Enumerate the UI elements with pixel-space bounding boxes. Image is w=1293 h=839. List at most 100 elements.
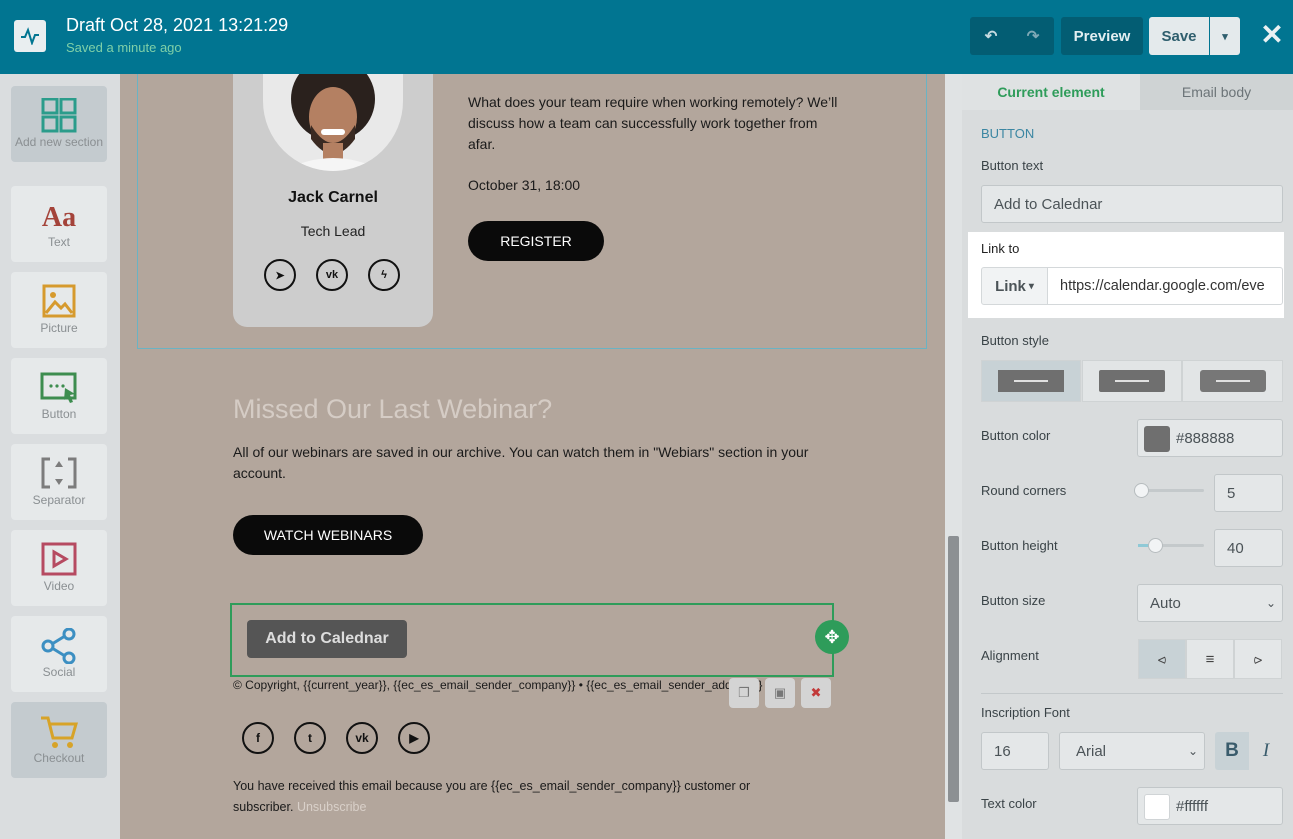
color-swatch[interactable] — [1144, 426, 1170, 452]
align-center-icon[interactable]: ≡ — [1186, 639, 1234, 679]
move-icon[interactable]: ✥ — [815, 620, 849, 654]
round-corners-slider[interactable] — [1134, 483, 1204, 498]
cart-icon — [41, 716, 78, 748]
scrollbar-thumb[interactable] — [948, 536, 959, 802]
button-size-select[interactable]: Auto ⌄ — [1137, 584, 1283, 622]
alignment-label: Alignment — [981, 648, 1039, 663]
youtube-icon[interactable]: ▶ — [398, 722, 430, 754]
watch-webinars-button[interactable]: WATCH WEBINARS — [233, 515, 423, 555]
tool-separator[interactable]: Separator — [11, 444, 107, 520]
font-family-value: Arial — [1076, 742, 1107, 760]
button-color-value: #888888 — [1176, 429, 1235, 447]
button-height-slider[interactable] — [1138, 538, 1204, 553]
slider-handle[interactable] — [1147, 538, 1163, 553]
text-color-value: #ffffff — [1176, 797, 1208, 815]
preview-button[interactable]: Preview — [1061, 17, 1143, 55]
selected-button-block[interactable]: Add to Calednar — [230, 603, 834, 677]
close-icon[interactable]: ✕ — [1259, 21, 1285, 49]
button-height-label: Button height — [981, 538, 1058, 553]
register-button[interactable]: REGISTER — [468, 221, 604, 261]
chevron-down-icon: ▾ — [1028, 280, 1034, 292]
blocks-toolbar: Add new section Aa Text Picture Button S… — [0, 74, 120, 839]
chevron-down-icon: ⌄ — [1187, 744, 1198, 758]
telegram-icon[interactable]: ➤ — [264, 259, 296, 291]
save-button[interactable]: Save — [1149, 17, 1209, 55]
button-text-label: Button text — [981, 158, 1044, 173]
save-dropdown-caret-icon[interactable]: ▾ — [1210, 17, 1240, 55]
link-type-dropdown[interactable]: Link ▾ — [981, 267, 1048, 305]
twitter-icon[interactable]: t — [294, 722, 326, 754]
messenger-icon[interactable]: ϟ — [368, 259, 400, 291]
video-icon — [41, 542, 77, 576]
chevron-down-icon: ⌄ — [1265, 596, 1276, 610]
tool-checkout[interactable]: Checkout — [11, 702, 107, 778]
tool-label: Text — [47, 235, 70, 249]
tool-label: Picture — [40, 321, 78, 335]
link-url-input[interactable]: https://calendar.google.com/eve — [1047, 267, 1283, 305]
round-corners-label: Round corners — [981, 483, 1067, 498]
undo-icon[interactable]: ↶ — [970, 17, 1012, 55]
saved-status: Saved a minute ago — [66, 40, 182, 55]
add-to-calendar-button[interactable]: Add to Calednar — [247, 620, 407, 658]
redo-icon[interactable]: ↷ — [1012, 17, 1054, 55]
duplicate-icon[interactable]: ❐ — [729, 678, 759, 708]
slider-handle[interactable] — [1134, 483, 1150, 498]
settings-panel: Current element Email body BUTTON Button… — [962, 74, 1293, 839]
vk-icon[interactable]: vk — [346, 722, 378, 754]
picture-icon — [42, 284, 76, 318]
delete-icon[interactable]: ✖ — [801, 678, 831, 708]
style-option-1[interactable] — [981, 360, 1081, 402]
speaker-photo — [263, 74, 403, 171]
archive-text: All of our webinars are saved in our arc… — [233, 444, 809, 481]
unsubscribe-link[interactable]: Unsubscribe — [297, 800, 366, 814]
text-icon: Aa — [42, 202, 76, 233]
tool-label: Separator — [32, 493, 86, 507]
font-size-input[interactable]: 16 — [981, 732, 1049, 770]
email-canvas: Jack Carnel Tech Lead ➤ vk ϟ What does y… — [120, 74, 945, 839]
speaker-card[interactable]: Jack Carnel Tech Lead ➤ vk ϟ — [233, 74, 433, 327]
align-right-icon[interactable]: ⪧ — [1234, 639, 1282, 679]
vk-icon[interactable]: vk — [316, 259, 348, 291]
text-color-input[interactable]: #ffffff — [1137, 787, 1283, 825]
copyright-text: © Copyright, {{current_year}}, {{ec_es_e… — [233, 678, 763, 692]
facebook-icon[interactable]: f — [242, 722, 274, 754]
color-swatch[interactable] — [1144, 794, 1170, 820]
font-family-select[interactable]: Arial ⌄ — [1059, 732, 1205, 770]
button-text-input[interactable]: Add to Calednar — [981, 185, 1283, 223]
event-description: What does your team require when working… — [468, 94, 838, 152]
align-left-icon[interactable]: ⪦ — [1138, 639, 1186, 679]
tool-add-section[interactable]: Add new section — [11, 86, 107, 162]
divider — [981, 693, 1283, 694]
top-header: Draft Oct 28, 2021 13:21:29 Saved a minu… — [0, 0, 1293, 74]
inscription-font-label: Inscription Font — [981, 705, 1070, 720]
button-height-input[interactable]: 40 — [1214, 529, 1283, 567]
tab-email-body[interactable]: Email body — [1140, 74, 1293, 110]
link-type-value: Link — [995, 277, 1026, 295]
canvas-scrollbar[interactable] — [945, 74, 962, 839]
received-notice: You have received this email because you… — [233, 776, 803, 818]
pulse-logo-icon[interactable] — [14, 20, 46, 52]
style-preview — [1099, 370, 1165, 392]
draft-title: Draft Oct 28, 2021 13:21:29 — [66, 15, 289, 35]
italic-toggle[interactable]: I — [1249, 732, 1283, 770]
tool-social[interactable]: Social — [11, 616, 107, 692]
tool-text[interactable]: Aa Text — [11, 186, 107, 262]
tool-label: Video — [43, 579, 75, 593]
speaker-role: Tech Lead — [300, 223, 366, 239]
tool-video[interactable]: Video — [11, 530, 107, 606]
bold-toggle[interactable]: B — [1215, 732, 1249, 770]
save-block-icon[interactable]: ▣ — [765, 678, 795, 708]
tool-button[interactable]: Button — [11, 358, 107, 434]
round-corners-input[interactable]: 5 — [1214, 474, 1283, 512]
style-preview — [998, 370, 1064, 392]
style-option-3[interactable] — [1182, 360, 1283, 402]
speaker-section[interactable]: Jack Carnel Tech Lead ➤ vk ϟ What does y… — [137, 74, 927, 349]
style-option-2[interactable] — [1082, 360, 1182, 402]
tab-current-element[interactable]: Current element — [962, 74, 1140, 110]
missed-heading: Missed Our Last Webinar? — [233, 394, 553, 424]
tool-picture[interactable]: Picture — [11, 272, 107, 348]
tool-label: Button — [41, 407, 77, 421]
grid-icon — [41, 98, 77, 133]
button-color-input[interactable]: #888888 — [1137, 419, 1283, 457]
button-size-value: Auto — [1150, 594, 1181, 612]
